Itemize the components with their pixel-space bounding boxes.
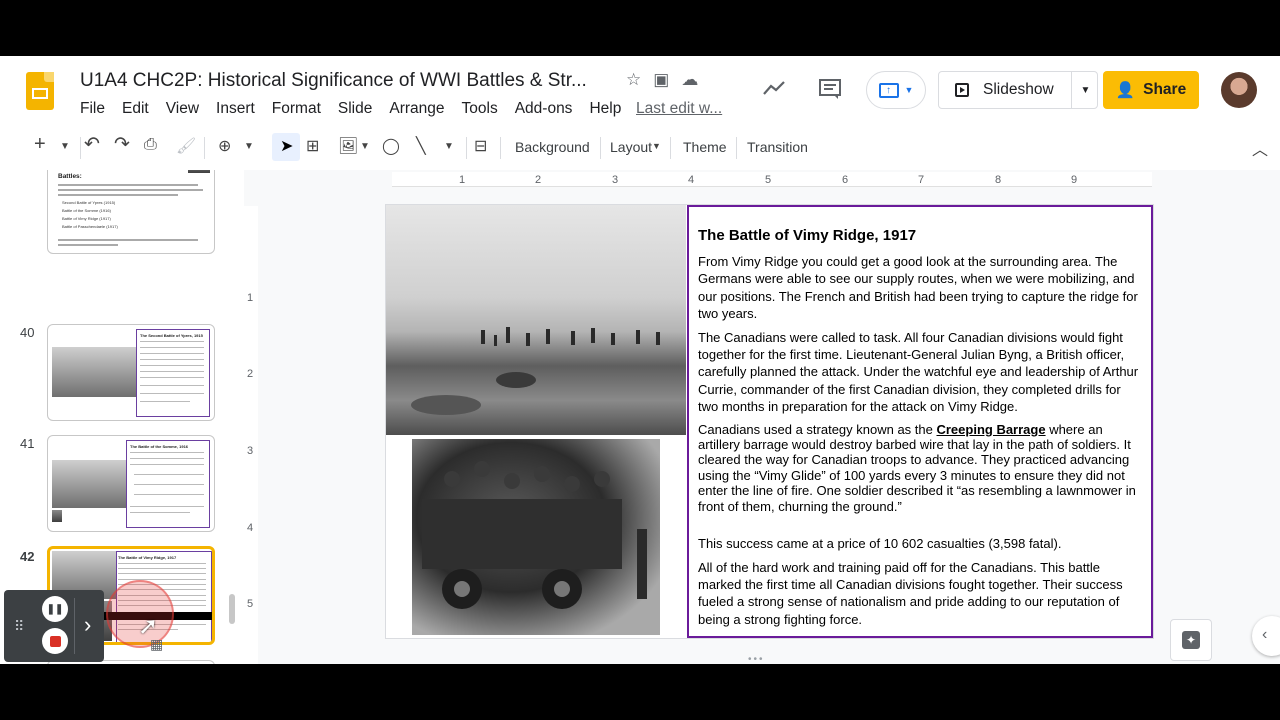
image-icon[interactable]: 🖼 (338, 136, 358, 156)
top-ruler: 1 2 3 4 5 6 7 8 9 (392, 172, 1152, 187)
toolbar: + ▼ ↶ ↷ ⎙ 🖌 ⊕ ▼ ➤ ⊞ 🖼 ▼ ◯ ╲ ▼ ⊟ Backgrou… (16, 133, 1280, 163)
thumb-title: The Second Battle of Ypres, 1915 (140, 333, 203, 338)
select-cursor-icon[interactable]: ➤ (280, 136, 293, 156)
slide-number-42: 42 (20, 549, 35, 564)
explore-sparkle-icon: ✦ (1182, 631, 1200, 649)
slideshow-button[interactable]: Slideshow ▼ (938, 71, 1098, 109)
paragraph-2: The Canadians were called to task. All f… (698, 329, 1139, 415)
lock-person-icon: 👤 (1115, 81, 1136, 99)
left-ruler: 1 2 3 4 5 (244, 206, 258, 664)
redo-icon[interactable]: ↷ (114, 133, 130, 156)
theme-button[interactable]: Theme (683, 139, 727, 155)
collapse-toolbar-icon[interactable]: ︿ (1252, 136, 1268, 160)
thumb-title: Battles: (58, 173, 82, 180)
slide-title: The Battle of Vimy Ridge, 1917 (698, 227, 917, 244)
creeping-barrage-term: Creeping Barrage (936, 421, 1046, 437)
document-title[interactable]: U1A4 CHC2P: Historical Significance of W… (80, 70, 587, 92)
battlefield-photo[interactable] (386, 205, 686, 435)
play-icon (955, 83, 969, 97)
slides-app: U1A4 CHC2P: Historical Significance of W… (0, 56, 1280, 664)
print-icon[interactable]: ⎙ (144, 136, 157, 154)
new-slide-icon[interactable]: + (34, 133, 46, 156)
chevron-left-icon: ‹ (1262, 626, 1268, 643)
explore-button[interactable]: ✦ (1170, 619, 1212, 661)
paragraph-1: From Vimy Ridge you could get a good loo… (698, 254, 1138, 322)
grid-view-icon[interactable]: ▦ (150, 636, 163, 653)
avatar[interactable] (1221, 72, 1257, 108)
slide-thumbnail-39[interactable]: Battles: Second Battle of Ypres (1915) B… (47, 170, 215, 254)
activity-trend-icon[interactable] (762, 78, 786, 104)
menu-help[interactable]: Help (589, 100, 621, 118)
pause-icon: ❚❚ (46, 603, 64, 615)
slide-number-40: 40 (20, 325, 35, 340)
paragraph-5: All of the hard work and training paid o… (698, 559, 1123, 627)
slide-thumbnail-40[interactable]: The Second Battle of Ypres, 1915 (47, 324, 215, 421)
transition-button[interactable]: Transition (747, 139, 808, 155)
share-label: Share (1143, 81, 1187, 98)
new-slide-dropdown-icon[interactable]: ▼ (60, 141, 70, 152)
line-icon[interactable]: ╲ (416, 136, 426, 156)
slide-thumbnail-41[interactable]: The Battle of the Somme, 1916 (47, 435, 215, 532)
paragraph-3: Canadians used a strategy known as the C… (698, 421, 1136, 514)
thumb-title: The Battle of Vimy Ridge, 1917 (118, 555, 177, 560)
zoom-icon[interactable]: ⊕ (218, 136, 231, 156)
stop-icon (49, 635, 61, 647)
paragraph-4: This success came at a price of 10 602 c… (698, 536, 1062, 552)
star-icon[interactable]: ☆ (626, 70, 641, 90)
pause-recording-button[interactable]: ❚❚ (42, 596, 68, 622)
slideshow-dropdown-icon[interactable]: ▼ (1071, 72, 1099, 108)
stop-recording-button[interactable] (42, 628, 68, 654)
menu-edit[interactable]: Edit (122, 100, 149, 118)
menu-addons[interactable]: Add-ons (515, 100, 573, 118)
drag-handle-icon[interactable]: ⠿ (14, 618, 24, 635)
background-button[interactable]: Background (515, 139, 590, 155)
menu-insert[interactable]: Insert (216, 100, 255, 118)
paint-format-icon[interactable]: 🖌 (176, 136, 196, 156)
layout-button[interactable]: Layout (610, 139, 652, 155)
menu-tools[interactable]: Tools (462, 100, 498, 118)
speaker-notes-handle[interactable]: ••• (748, 654, 765, 664)
cloud-status-icon[interactable]: ☁ (681, 70, 698, 90)
shape-icon[interactable]: ◯ (382, 136, 400, 156)
slide-number-41: 41 (20, 436, 35, 451)
present-to-meeting-button[interactable]: ↑ ▼ (866, 71, 926, 109)
present-screen-icon: ↑ (878, 82, 899, 98)
title-icons: ☆ ▣ ☁ (626, 70, 698, 90)
menu-format[interactable]: Format (272, 100, 321, 118)
thumb-title: The Battle of the Somme, 1916 (130, 444, 189, 449)
soldiers-truck-photo[interactable] (412, 439, 660, 635)
menu-bar: File Edit View Insert Format Slide Arran… (80, 100, 638, 118)
screen-recorder-widget: ⠿ ❚❚ › (4, 590, 104, 662)
menu-view[interactable]: View (166, 100, 199, 118)
menu-arrange[interactable]: Arrange (389, 100, 444, 118)
text-box-icon[interactable]: ⊞ (306, 136, 319, 156)
add-comment-icon[interactable]: ⊟ (474, 136, 487, 156)
filmstrip-scrollbar[interactable] (229, 594, 235, 624)
comment-history-icon[interactable] (818, 78, 842, 106)
thumb-battle-list: Second Battle of Ypres (1915) Battle of … (62, 200, 118, 229)
share-button[interactable]: 👤 Share (1103, 71, 1199, 109)
chevron-down-icon: ▼ (904, 85, 914, 95)
line-dropdown-icon[interactable]: ▼ (444, 141, 454, 152)
vimy-text-box[interactable]: The Battle of Vimy Ridge, 1917 From Vimy… (687, 205, 1153, 638)
menu-slide[interactable]: Slide (338, 100, 372, 118)
layout-dropdown-icon[interactable]: ▼ (652, 141, 661, 151)
zoom-dropdown-icon[interactable]: ▼ (244, 141, 254, 152)
last-edit-link[interactable]: Last edit w... (636, 100, 722, 118)
slide[interactable]: The Battle of Vimy Ridge, 1917 From Vimy… (386, 205, 1153, 638)
menu-file[interactable]: File (80, 100, 105, 118)
undo-icon[interactable]: ↶ (84, 133, 100, 156)
slides-logo-icon[interactable] (26, 72, 54, 110)
image-dropdown-icon[interactable]: ▼ (360, 141, 370, 152)
slideshow-label: Slideshow (983, 81, 1054, 98)
expand-recorder-icon[interactable]: › (84, 612, 91, 638)
move-folder-icon[interactable]: ▣ (653, 70, 669, 90)
